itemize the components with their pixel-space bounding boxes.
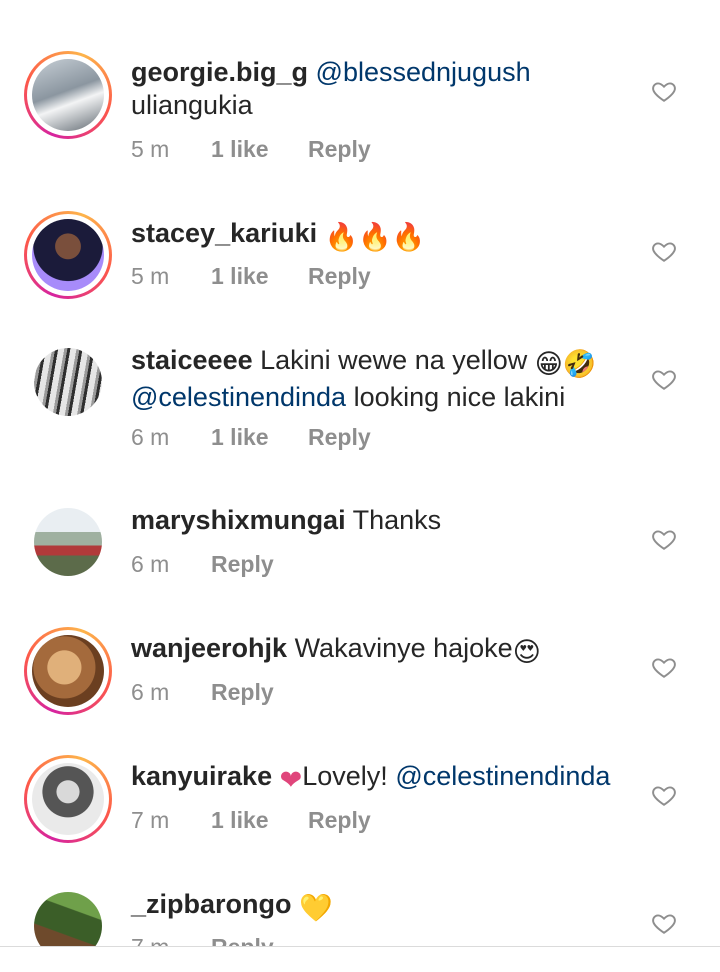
yellow-heart-emoji: 💛	[299, 893, 333, 923]
comment-username[interactable]: _zipbarongo	[131, 889, 292, 919]
avatar[interactable]	[24, 882, 112, 946]
comment-time: 7 m	[131, 934, 211, 946]
reply-button[interactable]: Reply	[211, 934, 274, 946]
heart-outline-icon[interactable]	[651, 910, 677, 936]
comment-item: _zipbarongo 💛 7 m Reply	[0, 0, 720, 946]
comment-input-bar	[0, 947, 720, 972]
